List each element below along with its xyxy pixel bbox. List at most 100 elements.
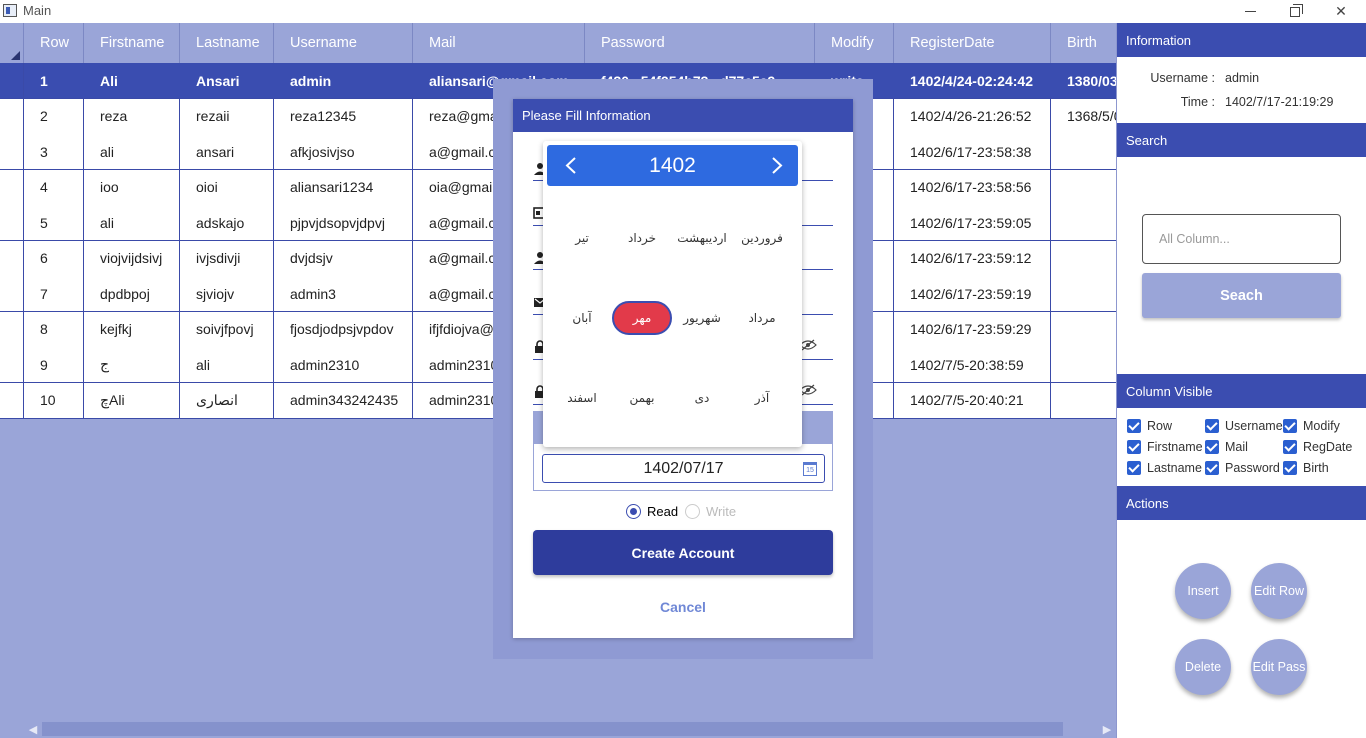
cell-firstname[interactable]: kejfkj <box>84 311 180 347</box>
cell-lastname[interactable]: Ansari <box>180 63 274 98</box>
cell-lastname[interactable]: ali <box>180 347 274 382</box>
checkbox-checked-icon[interactable] <box>1205 419 1219 433</box>
cell-birth[interactable] <box>1051 241 1116 276</box>
chevron-right-icon[interactable] <box>771 157 783 174</box>
search-button[interactable]: Seach <box>1142 273 1341 318</box>
checkbox-checked-icon[interactable] <box>1127 419 1141 433</box>
checkbox-checked-icon[interactable] <box>1127 461 1141 475</box>
cell-birth[interactable] <box>1051 134 1116 169</box>
cell-register-date[interactable]: 1402/6/17-23:58:56 <box>894 169 1051 205</box>
cell-row[interactable]: 7 <box>24 276 84 311</box>
column-header-register-date[interactable]: RegisterDate <box>894 23 1051 63</box>
cell-register-date[interactable]: 1402/4/26-21:26:52 <box>894 98 1051 134</box>
cell-username[interactable]: reza12345 <box>274 98 413 134</box>
insert-button[interactable]: Insert <box>1175 563 1231 619</box>
cell-lastname[interactable]: انصاری <box>180 382 274 418</box>
checkbox-mail[interactable]: Mail <box>1205 440 1248 454</box>
cell-firstname[interactable]: ali <box>84 134 180 169</box>
column-header-firstname[interactable]: Firstname <box>84 23 180 63</box>
cell-birth[interactable]: 1368/5/03 <box>1051 99 1116 134</box>
cell-firstname[interactable]: ioo <box>84 169 180 205</box>
checkbox-regdate[interactable]: RegDate <box>1283 440 1352 454</box>
cell-register-date[interactable]: 1402/6/17-23:59:29 <box>894 311 1051 347</box>
cell-register-date[interactable]: 1402/6/17-23:58:38 <box>894 134 1051 169</box>
cell-username[interactable]: admin <box>274 63 413 98</box>
cell-row[interactable]: 4 <box>24 169 84 205</box>
row-header[interactable] <box>0 134 24 169</box>
calendar-month-1[interactable]: فروردین <box>732 221 792 255</box>
column-header-mail[interactable]: Mail <box>413 23 585 63</box>
cell-firstname[interactable]: ج <box>84 347 180 382</box>
cell-row[interactable]: 10 <box>24 382 84 418</box>
cell-firstname[interactable]: reza <box>84 98 180 134</box>
checkbox-checked-icon[interactable] <box>1205 440 1219 454</box>
cell-username[interactable]: pjpvjdsopvjdpvj <box>274 205 413 240</box>
cell-lastname[interactable]: ivjsdivji <box>180 240 274 276</box>
scroll-right-icon[interactable]: ▶ <box>1098 720 1116 738</box>
cell-firstname[interactable]: viojvijdsivj <box>84 240 180 276</box>
calendar-month-6[interactable]: شهریور <box>672 301 732 335</box>
row-header[interactable] <box>0 240 24 276</box>
cancel-button[interactable]: Cancel <box>533 599 833 615</box>
radio-write[interactable]: Write <box>685 504 736 519</box>
column-header-row[interactable]: Row <box>24 23 84 63</box>
cell-birth[interactable] <box>1051 347 1116 382</box>
checkbox-checked-icon[interactable] <box>1283 461 1297 475</box>
cell-lastname[interactable]: adskajo <box>180 205 274 240</box>
delete-button[interactable]: Delete <box>1175 639 1231 695</box>
calendar-month-4[interactable]: تیر <box>552 221 612 255</box>
cell-lastname[interactable]: ansari <box>180 134 274 169</box>
calendar-year[interactable]: 1402 <box>547 145 798 186</box>
checkbox-firstname[interactable]: Firstname <box>1127 440 1203 454</box>
scroll-thumb[interactable] <box>42 722 1063 736</box>
cell-birth[interactable] <box>1051 383 1116 418</box>
cell-register-date[interactable]: 1402/7/5-20:38:59 <box>894 347 1051 382</box>
cell-register-date[interactable]: 1402/6/17-23:59:12 <box>894 240 1051 276</box>
maximize-button[interactable] <box>1272 0 1318 23</box>
cell-row[interactable]: 3 <box>24 134 84 169</box>
cell-username[interactable]: admin3 <box>274 276 413 311</box>
checkbox-checked-icon[interactable] <box>1283 419 1297 433</box>
row-header[interactable] <box>0 63 24 98</box>
calendar-icon[interactable]: 15 <box>803 462 817 476</box>
row-header[interactable] <box>0 382 24 418</box>
checkbox-checked-icon[interactable] <box>1283 440 1297 454</box>
calendar-month-2[interactable]: اردیبهشت <box>672 221 732 255</box>
column-header-modify[interactable]: Modify <box>815 23 894 63</box>
search-input[interactable]: All Column... <box>1142 214 1341 264</box>
cell-username[interactable]: admin2310 <box>274 347 413 382</box>
create-account-button[interactable]: Create Account <box>533 530 833 575</box>
calendar-month-9[interactable]: آذر <box>732 381 792 415</box>
cell-row[interactable]: 1 <box>24 63 84 98</box>
radio-read[interactable]: Read <box>626 504 678 519</box>
row-header[interactable] <box>0 276 24 311</box>
cell-lastname[interactable]: oioi <box>180 169 274 205</box>
cell-username[interactable]: fjosdjodpsjvpdov <box>274 311 413 347</box>
calendar-month-3[interactable]: خرداد <box>612 221 672 255</box>
checkbox-password[interactable]: Password <box>1205 461 1280 475</box>
checkbox-birth[interactable]: Birth <box>1283 461 1329 475</box>
cell-row[interactable]: 6 <box>24 240 84 276</box>
row-header[interactable] <box>0 169 24 205</box>
radio-write-dot[interactable] <box>685 504 700 519</box>
horizontal-scrollbar[interactable]: ◀ ▶ <box>24 720 1116 738</box>
calendar-month-5[interactable]: مرداد <box>732 301 792 335</box>
select-all-corner[interactable] <box>0 23 24 63</box>
cell-firstname[interactable]: dpdbpoj <box>84 276 180 311</box>
cell-row[interactable]: 9 <box>24 347 84 382</box>
cell-birth[interactable]: 1380/03/01 <box>1051 63 1116 98</box>
checkbox-checked-icon[interactable] <box>1205 461 1219 475</box>
calendar-month-10[interactable]: دی <box>672 381 732 415</box>
column-header-username[interactable]: Username <box>274 23 413 63</box>
cell-register-date[interactable]: 1402/7/5-20:40:21 <box>894 382 1051 418</box>
cell-username[interactable]: dvjdsjv <box>274 240 413 276</box>
calendar-month-11[interactable]: بهمن <box>612 381 672 415</box>
cell-register-date[interactable]: 1402/6/17-23:59:05 <box>894 205 1051 240</box>
cell-row[interactable]: 5 <box>24 205 84 240</box>
column-header-birth[interactable]: Birth <box>1051 23 1116 63</box>
cell-username[interactable]: afkjosivjso <box>274 134 413 169</box>
minimize-button[interactable] <box>1227 0 1273 23</box>
cell-lastname[interactable]: sjviojv <box>180 276 274 311</box>
cell-lastname[interactable]: soivjfpovj <box>180 311 274 347</box>
cell-birth[interactable] <box>1051 312 1116 347</box>
